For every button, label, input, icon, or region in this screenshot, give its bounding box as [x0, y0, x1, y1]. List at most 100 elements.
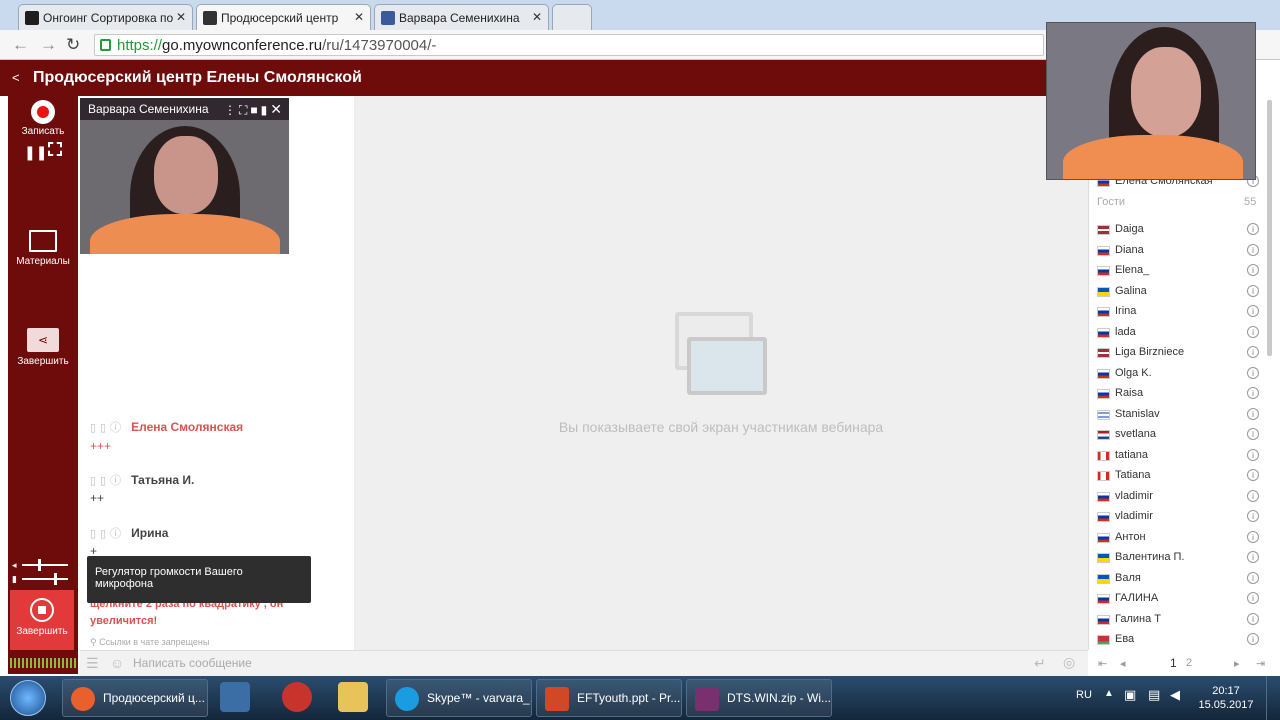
materials-button[interactable]: Материалы	[8, 230, 78, 267]
participant-row[interactable]: Elena_ i	[1097, 263, 1259, 281]
participant-row[interactable]: lada i	[1097, 325, 1259, 343]
language-indicator[interactable]: RU	[1076, 689, 1092, 701]
speaker-volume-slider[interactable]	[22, 564, 68, 566]
participant-row[interactable]: ГАЛИНА i	[1097, 591, 1259, 609]
reload-icon[interactable]: ↻	[66, 35, 80, 55]
system-clock[interactable]: 20:17 15.05.2017	[1196, 684, 1256, 712]
participant-row[interactable]: Galina i	[1097, 284, 1259, 302]
participant-row[interactable]: Валя i	[1097, 571, 1259, 589]
participant-row[interactable]: Diana i	[1097, 243, 1259, 261]
scrollbar-thumb[interactable]	[1267, 100, 1272, 356]
info-icon[interactable]: i	[1247, 305, 1259, 317]
network-icon[interactable]: ▤	[1148, 687, 1160, 703]
menu-icon[interactable]: ☰	[86, 655, 99, 672]
info-icon[interactable]: i	[1247, 530, 1259, 543]
send-icon[interactable]: ↵	[1034, 655, 1046, 672]
info-icon[interactable]: i	[1247, 325, 1259, 338]
info-icon[interactable]: i	[1247, 448, 1259, 461]
participant-row[interactable]: Stanislav i	[1097, 407, 1259, 425]
browser-tab-varvara[interactable]: Варвара Семенихина ✕	[374, 4, 549, 30]
browser-tab-producer-center[interactable]: Продюсерский центр ✕	[196, 4, 371, 30]
current-page[interactable]: 1	[1170, 656, 1177, 670]
forward-arrow-icon[interactable]: →	[40, 35, 57, 55]
participant-row[interactable]: Ева i	[1097, 632, 1259, 650]
info-icon[interactable]: i	[1247, 551, 1259, 563]
info-icon[interactable]: i	[1247, 428, 1259, 440]
close-icon[interactable]: ✕	[354, 10, 364, 24]
tray-app-icon[interactable]: ▣	[1124, 687, 1136, 703]
volume-icon[interactable]: ◀	[1170, 687, 1180, 703]
info-icon[interactable]: i	[1247, 469, 1259, 481]
browser-tab-ongoing[interactable]: Онгоинг Сортировка по ✕	[18, 4, 193, 30]
prev-page-icon[interactable]: ◂	[1120, 657, 1126, 670]
share-icon[interactable]: <	[12, 70, 20, 85]
info-icon[interactable]: i	[1247, 387, 1259, 399]
close-icon[interactable]: ✕	[270, 101, 285, 117]
self-camera-overlay[interactable]	[1046, 22, 1256, 180]
expand-icon[interactable]: ⛶	[239, 103, 250, 117]
participant-row[interactable]: tatiana i	[1097, 448, 1259, 466]
participant-row[interactable]: Raisa i	[1097, 386, 1259, 404]
taskbar-item-winrar[interactable]: DTS.WIN.zip - Wi...	[686, 679, 832, 717]
fullscreen-icon[interactable]	[48, 142, 62, 156]
speaker-volume-handle[interactable]	[38, 559, 41, 571]
participant-row[interactable]: Галина Т i	[1097, 612, 1259, 630]
message-actions-icon[interactable]: ▯▯ⓘ	[90, 475, 125, 487]
info-icon[interactable]: i	[1247, 366, 1259, 379]
message-actions-icon[interactable]: ▯▯ⓘ	[90, 528, 125, 540]
taskbar-item-chrome[interactable]: Продюсерский ц...	[62, 679, 208, 717]
participant-row[interactable]: Liga Birzniece i	[1097, 345, 1259, 363]
camera-icon[interactable]: ■	[250, 103, 260, 117]
info-icon[interactable]: i	[1247, 571, 1259, 584]
info-icon[interactable]: i	[1247, 407, 1259, 420]
mic-volume-handle[interactable]	[54, 573, 57, 585]
participant-row[interactable]: Daiga i	[1097, 222, 1259, 240]
pause-icon[interactable]: ❚❚	[24, 144, 47, 161]
microphone-icon[interactable]: ▮	[261, 103, 271, 117]
paint-icon[interactable]	[220, 682, 250, 712]
drag-handle-icon[interactable]: ⋮	[224, 103, 239, 117]
info-icon[interactable]: i	[1247, 510, 1259, 522]
next-page-number[interactable]: 2	[1186, 657, 1192, 669]
headset-icon[interactable]: ◎	[1063, 654, 1075, 671]
folder-icon[interactable]	[338, 682, 368, 712]
info-icon[interactable]: i	[1247, 264, 1259, 276]
info-icon[interactable]: i	[1247, 489, 1259, 502]
record-button[interactable]: Записать	[8, 100, 78, 137]
url-field[interactable]: https://go.myownconference.ru/ru/1473970…	[94, 34, 1044, 56]
participant-row[interactable]: Антон i	[1097, 530, 1259, 548]
emoji-icon[interactable]: ☺	[110, 655, 124, 671]
show-desktop-button[interactable]	[1266, 676, 1280, 720]
mic-volume-slider[interactable]	[22, 578, 68, 580]
info-icon[interactable]: i	[1247, 612, 1259, 625]
close-icon[interactable]: ✕	[532, 10, 542, 24]
participant-row[interactable]: Tatiana i	[1097, 468, 1259, 486]
message-actions-icon[interactable]: ▯▯ⓘ	[90, 422, 125, 434]
close-icon[interactable]: ✕	[176, 10, 186, 24]
info-icon[interactable]: i	[1247, 223, 1259, 235]
last-page-icon[interactable]: ⇥	[1256, 657, 1265, 670]
stop-broadcast-button[interactable]: Завершить	[10, 590, 74, 650]
participant-row[interactable]: Irina i	[1097, 304, 1259, 322]
start-button[interactable]	[10, 680, 46, 716]
info-icon[interactable]: i	[1247, 243, 1259, 256]
tray-expand-icon[interactable]: ▲	[1104, 688, 1114, 699]
taskbar-item-powerpoint[interactable]: EFTyouth.ppt - Pr...	[536, 679, 682, 717]
participant-row[interactable]: vladimir i	[1097, 509, 1259, 527]
chat-message-input[interactable]: Написать сообщение	[133, 656, 252, 670]
lifebuoy-icon[interactable]	[282, 682, 312, 712]
first-page-icon[interactable]: ⇤	[1098, 657, 1107, 670]
next-page-icon[interactable]: ▸	[1234, 657, 1240, 670]
participant-row[interactable]: Валентина П. i	[1097, 550, 1259, 568]
info-icon[interactable]: i	[1247, 633, 1259, 645]
participant-row[interactable]: Olga K. i	[1097, 366, 1259, 384]
taskbar-item-skype[interactable]: Skype™ - varvara_...	[386, 679, 532, 717]
info-icon[interactable]: i	[1247, 592, 1259, 604]
info-icon[interactable]: i	[1247, 284, 1259, 297]
speaker-video-panel[interactable]: Варвара Семенихина ⋮⛶■▮✕	[80, 98, 289, 254]
info-icon[interactable]: i	[1247, 346, 1259, 358]
participant-row[interactable]: vladimir i	[1097, 489, 1259, 507]
back-arrow-icon[interactable]: ←	[12, 35, 29, 55]
finish-screen-share-button[interactable]: ⋖ Завершить	[8, 328, 78, 367]
participant-row[interactable]: svetlana i	[1097, 427, 1259, 445]
